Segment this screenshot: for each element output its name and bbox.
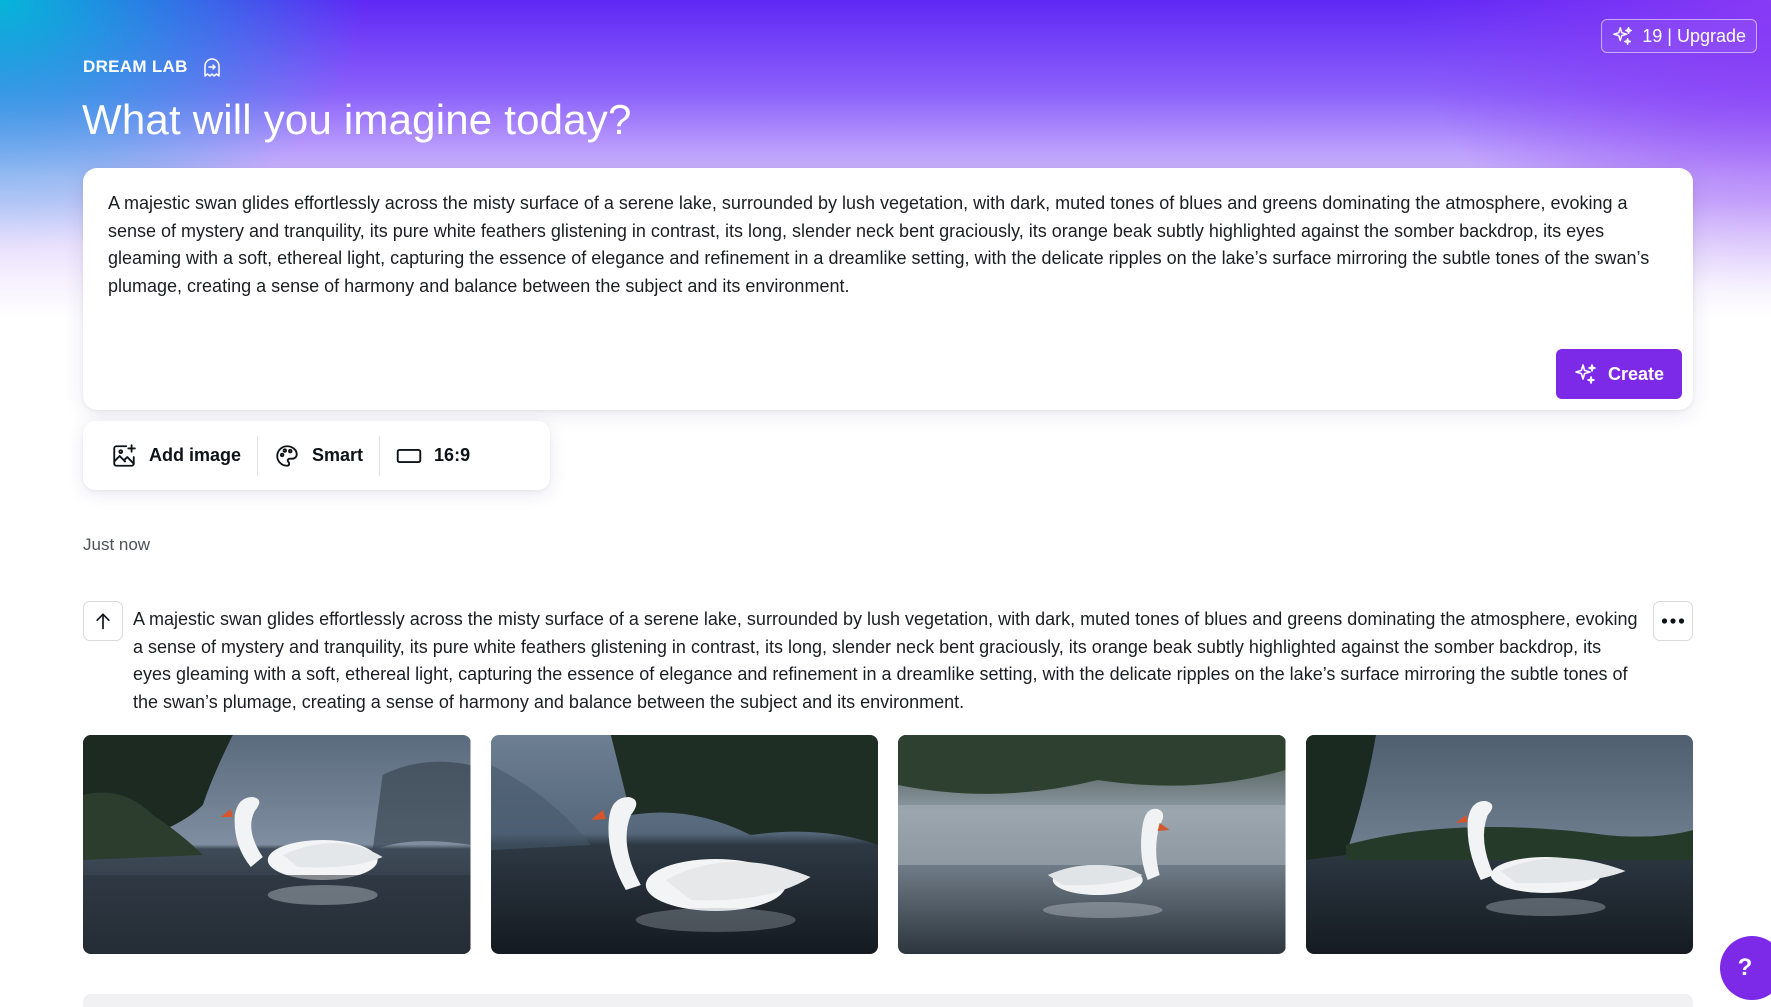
generated-image-swan[interactable] [490, 735, 878, 954]
swan-image [1305, 735, 1693, 954]
sparkle-icon [1613, 27, 1633, 45]
page-title: What will you imagine today? [82, 96, 632, 143]
prompt-card: A majestic swan glides effortlessly acro… [83, 168, 1693, 410]
palette-icon [276, 444, 298, 467]
create-button[interactable]: Create [1556, 349, 1682, 399]
generated-image-swan[interactable] [1305, 735, 1693, 954]
arrow-up-icon [96, 613, 110, 630]
more-options-button[interactable] [1653, 601, 1693, 641]
swan-image [490, 735, 878, 954]
aspect-ratio-selector[interactable]: 16:9 [380, 434, 486, 478]
next-history-entry [83, 994, 1693, 1007]
swan-image [83, 735, 471, 954]
create-label: Create [1607, 363, 1665, 384]
image-add-icon [113, 443, 136, 467]
generated-image-swan[interactable] [898, 735, 1286, 954]
prompt-input[interactable]: A majestic swan glides effortlessly acro… [108, 190, 1668, 300]
generation-options-bar: Add image Smart 16:9 [83, 421, 550, 490]
aspect-ratio-icon [396, 448, 422, 463]
brand-label: DREAM LAB [83, 57, 188, 76]
more-dots-icon [1661, 618, 1685, 624]
aspect-ratio-label: 16:9 [434, 445, 471, 465]
style-selector[interactable]: Smart [258, 434, 379, 478]
sparkle-icon [1575, 364, 1596, 384]
generated-image-swan[interactable] [83, 735, 471, 954]
ghost-chat-icon [203, 58, 220, 77]
add-image-label: Add image [149, 445, 242, 465]
brand: DREAM LAB [83, 55, 224, 79]
swan-image [898, 735, 1286, 954]
add-image-button[interactable]: Add image [95, 434, 257, 478]
history-timestamp: Just now [83, 535, 151, 554]
help-button[interactable]: ? [1720, 936, 1771, 1000]
upgrade-button[interactable]: 19 | Upgrade [1601, 19, 1757, 53]
upgrade-label: 19 | Upgrade [1642, 25, 1746, 46]
history-prompt-text: A majestic swan glides effortlessly acro… [133, 609, 1638, 712]
generated-images-grid [83, 735, 1693, 954]
reuse-prompt-button[interactable] [83, 601, 123, 641]
style-label: Smart [312, 445, 364, 465]
